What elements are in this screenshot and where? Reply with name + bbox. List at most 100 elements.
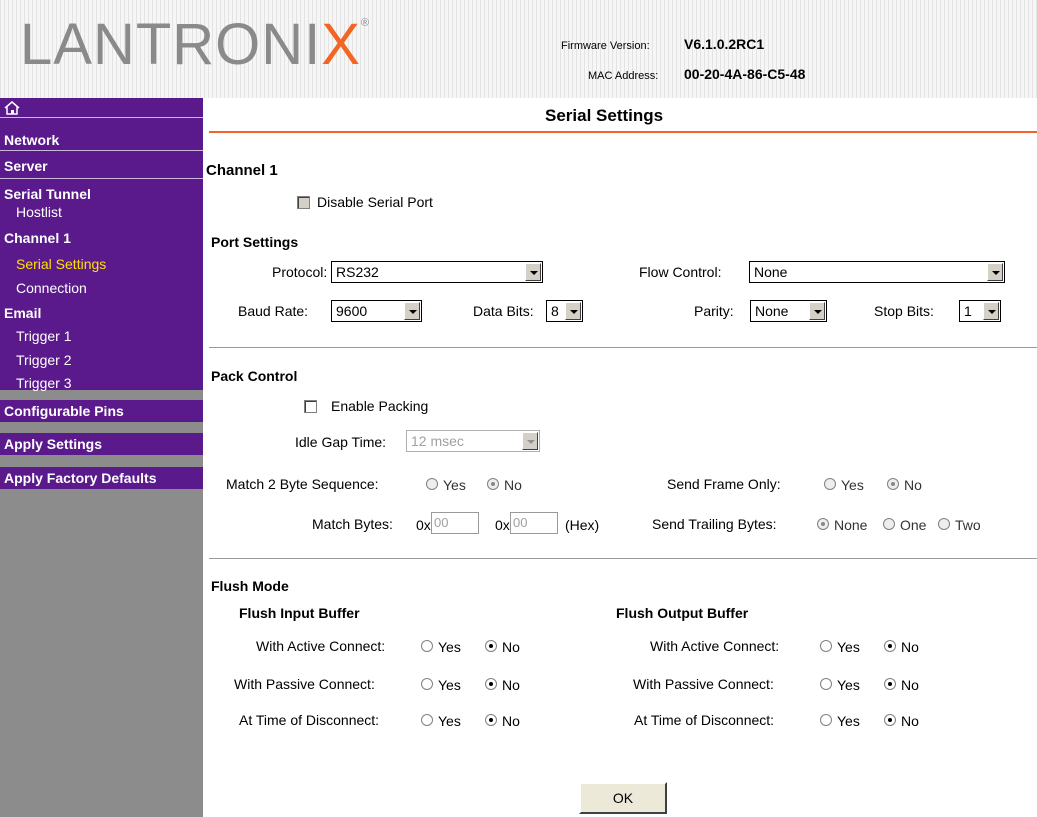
- channel-heading: Channel 1: [206, 162, 278, 179]
- protocol-select[interactable]: RS232: [331, 261, 543, 283]
- output-disconnect-yes-label: Yes: [837, 713, 860, 729]
- input-disconnect-no-radio[interactable]: [485, 714, 497, 726]
- page-title: Serial Settings: [545, 106, 664, 125]
- flow-control-select[interactable]: None: [749, 261, 1005, 283]
- output-passive-no-radio[interactable]: [884, 678, 896, 690]
- sidebar-item-serial-settings[interactable]: Serial Settings: [0, 255, 203, 273]
- match-byte-2-input[interactable]: 00: [510, 512, 558, 534]
- sidebar-item-serial-tunnel[interactable]: Serial Tunnel: [0, 185, 203, 203]
- hex-suffix: (Hex): [565, 517, 600, 533]
- match-2-byte-no-radio[interactable]: [487, 478, 499, 490]
- idle-gap-time-label: Idle Gap Time:: [295, 434, 387, 450]
- sidebar-item-email[interactable]: Email: [0, 304, 203, 322]
- lantronix-logo: LANTRONIX®: [20, 12, 371, 77]
- send-frame-only-no-radio[interactable]: [887, 478, 899, 490]
- sidebar-item-channel-1[interactable]: Channel 1: [0, 229, 203, 247]
- match-bytes-label: Match Bytes:: [312, 516, 393, 532]
- send-frame-only-no-label: No: [904, 477, 922, 493]
- output-active-no-radio[interactable]: [884, 640, 896, 652]
- parity-select[interactable]: None: [750, 300, 827, 322]
- hex-prefix-2: 0x: [495, 517, 510, 533]
- apply-settings-button[interactable]: Apply Settings: [0, 433, 203, 455]
- firmware-version-label: Firmware Version:: [561, 40, 650, 52]
- home-link[interactable]: [0, 98, 203, 117]
- output-disconnect-label: At Time of Disconnect:: [634, 712, 775, 728]
- section-divider: [209, 347, 1037, 348]
- sidebar-item-server[interactable]: Server: [0, 157, 203, 175]
- output-active-yes-radio[interactable]: [820, 640, 832, 652]
- mac-address-label: MAC Address:: [588, 70, 659, 82]
- send-trailing-one-radio[interactable]: [883, 518, 895, 530]
- send-trailing-one-label: One: [900, 517, 927, 533]
- firmware-version-value: V6.1.0.2RC1: [684, 36, 765, 52]
- input-passive-no-radio[interactable]: [485, 678, 497, 690]
- match-2-byte-sequence-label: Match 2 Byte Sequence:: [226, 476, 379, 492]
- input-passive-yes-label: Yes: [438, 677, 461, 693]
- sidebar-item-trigger-2[interactable]: Trigger 2: [0, 351, 203, 369]
- input-active-connect-label: With Active Connect:: [256, 638, 386, 654]
- chevron-down-icon: [983, 302, 999, 320]
- stop-bits-label: Stop Bits:: [874, 303, 934, 319]
- send-trailing-none-label: None: [834, 517, 868, 533]
- output-disconnect-yes-radio[interactable]: [820, 714, 832, 726]
- header: LANTRONIX® Firmware Version: V6.1.0.2RC1…: [0, 0, 1037, 98]
- output-passive-yes-radio[interactable]: [820, 678, 832, 690]
- flush-output-buffer-heading: Flush Output Buffer: [616, 605, 749, 621]
- match-2-byte-yes-radio[interactable]: [426, 478, 438, 490]
- sidebar-item-connection[interactable]: Connection: [0, 279, 203, 297]
- match-byte-1-input[interactable]: 00: [431, 512, 479, 534]
- send-trailing-two-radio[interactable]: [938, 518, 950, 530]
- sidebar-item-trigger-1[interactable]: Trigger 1: [0, 327, 203, 345]
- chevron-down-icon: [987, 263, 1003, 281]
- flush-mode-heading: Flush Mode: [211, 578, 289, 594]
- disable-serial-port-checkbox[interactable]: [297, 196, 310, 209]
- port-settings-heading: Port Settings: [211, 234, 299, 250]
- input-passive-connect-label: With Passive Connect:: [234, 676, 375, 692]
- home-icon: [4, 101, 20, 115]
- send-trailing-bytes-label: Send Trailing Bytes:: [652, 516, 777, 532]
- stop-bits-select[interactable]: 1: [959, 300, 1001, 322]
- enable-packing-checkbox[interactable]: [304, 400, 317, 413]
- input-disconnect-label: At Time of Disconnect:: [239, 712, 380, 728]
- output-disconnect-no-radio[interactable]: [884, 714, 896, 726]
- sidebar-item-hostlist[interactable]: Hostlist: [0, 203, 203, 221]
- enable-packing-label: Enable Packing: [331, 398, 429, 414]
- sidebar: Network Server Serial Tunnel Hostlist Ch…: [0, 98, 203, 817]
- chevron-down-icon: [525, 263, 541, 281]
- sidebar-item-trigger-3[interactable]: Trigger 3: [0, 374, 203, 392]
- input-passive-yes-radio[interactable]: [421, 678, 433, 690]
- input-disconnect-no-label: No: [502, 713, 520, 729]
- send-trailing-none-radio[interactable]: [817, 518, 829, 530]
- idle-gap-time-select[interactable]: 12 msec: [406, 430, 540, 452]
- sidebar-item-network[interactable]: Network: [0, 131, 203, 149]
- ok-button[interactable]: OK: [579, 782, 667, 814]
- send-frame-only-yes-label: Yes: [841, 477, 864, 493]
- baud-rate-label: Baud Rate:: [238, 303, 309, 319]
- send-frame-only-label: Send Frame Only:: [667, 476, 781, 492]
- send-trailing-two-label: Two: [955, 517, 981, 533]
- output-active-no-label: No: [901, 639, 919, 655]
- input-active-yes-radio[interactable]: [421, 640, 433, 652]
- data-bits-select[interactable]: 8: [546, 300, 583, 322]
- disable-serial-port-label: Disable Serial Port: [317, 194, 433, 210]
- flow-control-label: Flow Control:: [639, 264, 722, 280]
- sidebar-item-configurable-pins[interactable]: Configurable Pins: [0, 400, 203, 422]
- output-disconnect-no-label: No: [901, 713, 919, 729]
- baud-rate-select[interactable]: 9600: [331, 300, 422, 322]
- chevron-down-icon: [565, 302, 581, 320]
- output-passive-no-label: No: [901, 677, 919, 693]
- chevron-down-icon: [404, 302, 420, 320]
- match-2-byte-yes-label: Yes: [443, 477, 466, 493]
- apply-factory-defaults-button[interactable]: Apply Factory Defaults: [0, 467, 203, 489]
- input-passive-no-label: No: [502, 677, 520, 693]
- output-passive-connect-label: With Passive Connect:: [633, 676, 774, 692]
- pack-control-heading: Pack Control: [211, 368, 298, 384]
- flush-input-buffer-heading: Flush Input Buffer: [239, 605, 360, 621]
- input-active-no-radio[interactable]: [485, 640, 497, 652]
- main-content: Serial Settings Channel 1 Disable Serial…: [203, 98, 1037, 817]
- send-frame-only-yes-radio[interactable]: [824, 478, 836, 490]
- protocol-label: Protocol:: [272, 264, 328, 280]
- input-disconnect-yes-radio[interactable]: [421, 714, 433, 726]
- chevron-down-icon: [522, 432, 538, 450]
- hex-prefix-1: 0x: [416, 517, 431, 533]
